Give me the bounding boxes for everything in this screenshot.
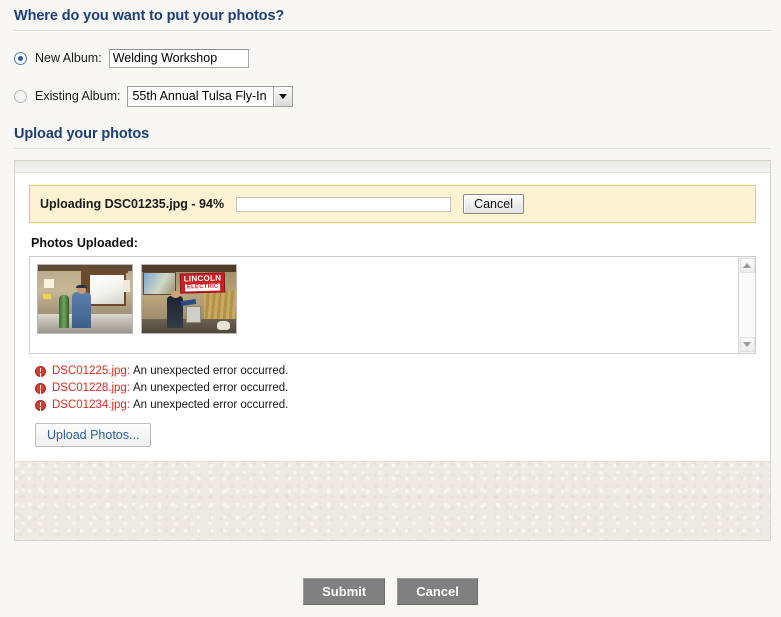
upload-error-item: DSC01228.jpg: An unexpected error occurr… [35,380,756,396]
existing-album-selected-value: 55th Annual Tulsa Fly-In [132,88,267,103]
existing-album-label: Existing Album: [35,89,121,103]
new-album-radio[interactable] [14,51,27,65]
page-title: Where do you want to put your photos? [14,8,285,24]
lincoln-electric-banner: LINCOLN ELECTRIC [179,272,226,294]
cancel-upload-button[interactable]: Cancel [463,194,524,214]
upload-panel-body: Uploading DSC01235.jpg - 94% Cancel Phot… [15,173,770,461]
error-message: An unexpected error occurred. [133,365,289,377]
upload-progress-label: Uploading DSC01235.jpg - 94% [40,197,225,211]
photo-dropzone[interactable] [15,461,770,540]
error-filename: DSC01234.jpg: [52,399,130,411]
existing-album-dropdown-button[interactable] [272,86,292,106]
scrollbar-track[interactable] [739,273,755,337]
existing-album-select[interactable]: 55th Annual Tulsa Fly-In [127,85,293,107]
submit-button[interactable]: Submit [303,578,386,605]
upload-panel: Uploading DSC01235.jpg - 94% Cancel Phot… [14,160,771,541]
thumbnail-container: LINCOLN ELECTRIC [30,257,738,353]
photo-thumbnail[interactable] [37,264,133,334]
photo-machine [186,305,202,323]
upload-progress-banner: Uploading DSC01235.jpg - 94% Cancel [29,185,756,223]
upload-error-item: DSC01225.jpg: An unexpected error occurr… [35,363,756,379]
photo-beam-horizontal [81,269,129,274]
triangle-down-icon [743,342,751,347]
chevron-down-icon [278,93,287,99]
photos-scrollbar[interactable] [738,257,755,353]
album-section: Where do you want to put your photos? Ne… [0,0,781,118]
photos-uploaded-label: Photos Uploaded: [31,236,138,250]
upload-panel-topbar [15,161,770,173]
error-icon [35,365,46,377]
existing-album-radio[interactable] [14,89,27,103]
uploaded-photos-list: LINCOLN ELECTRIC [29,256,756,354]
photo-roof [142,265,236,272]
error-message: An unexpected error occurred. [133,382,289,394]
triangle-up-icon [743,263,751,268]
upload-heading-divider [14,148,771,150]
scroll-up-button[interactable] [739,258,755,273]
album-options: New Album: Existing Album: 55th Annual T… [0,32,781,118]
photo-paper-note [43,278,54,289]
new-album-label: New Album: [35,51,102,65]
new-album-row[interactable]: New Album: [0,42,781,74]
cancel-button[interactable]: Cancel [397,578,478,605]
photo-right-note [122,279,131,293]
photo-thumbnail[interactable]: LINCOLN ELECTRIC [141,264,237,334]
photo-person-hat [75,284,87,289]
error-icon [35,382,46,394]
error-icon [35,399,46,411]
photo-gas-cylinder [58,294,69,328]
upload-error-item: DSC01234.jpg: An unexpected error occurr… [35,397,756,413]
footer-actions: Submit Cancel [0,578,781,605]
new-album-input[interactable] [108,48,249,68]
error-filename: DSC01228.jpg: [52,382,130,394]
upload-photos-button[interactable]: Upload Photos... [35,423,152,447]
existing-album-row[interactable]: Existing Album: 55th Annual Tulsa Fly-In [0,80,781,112]
error-message: An unexpected error occurred. [133,399,289,411]
banner-line-1: LINCOLN [183,273,222,284]
photo-person-body [71,292,91,328]
photo-person-head [171,290,180,298]
photo-straw-wall [204,290,236,322]
upload-heading: Upload your photos [14,126,150,142]
photo-foreground-object [217,321,231,331]
upload-button-row: Upload Photos... [35,423,756,461]
banner-line-2: ELECTRIC [184,283,221,292]
upload-error-list: DSC01225.jpg: An unexpected error occurr… [35,363,756,413]
photo-window [87,273,126,306]
scroll-down-button[interactable] [739,337,755,352]
upload-section: Upload your photos Uploading DSC01235.jp… [0,118,781,541]
upload-progress-bar [236,196,452,212]
error-filename: DSC01225.jpg: [52,365,130,377]
photo-yellow-note [42,293,52,299]
